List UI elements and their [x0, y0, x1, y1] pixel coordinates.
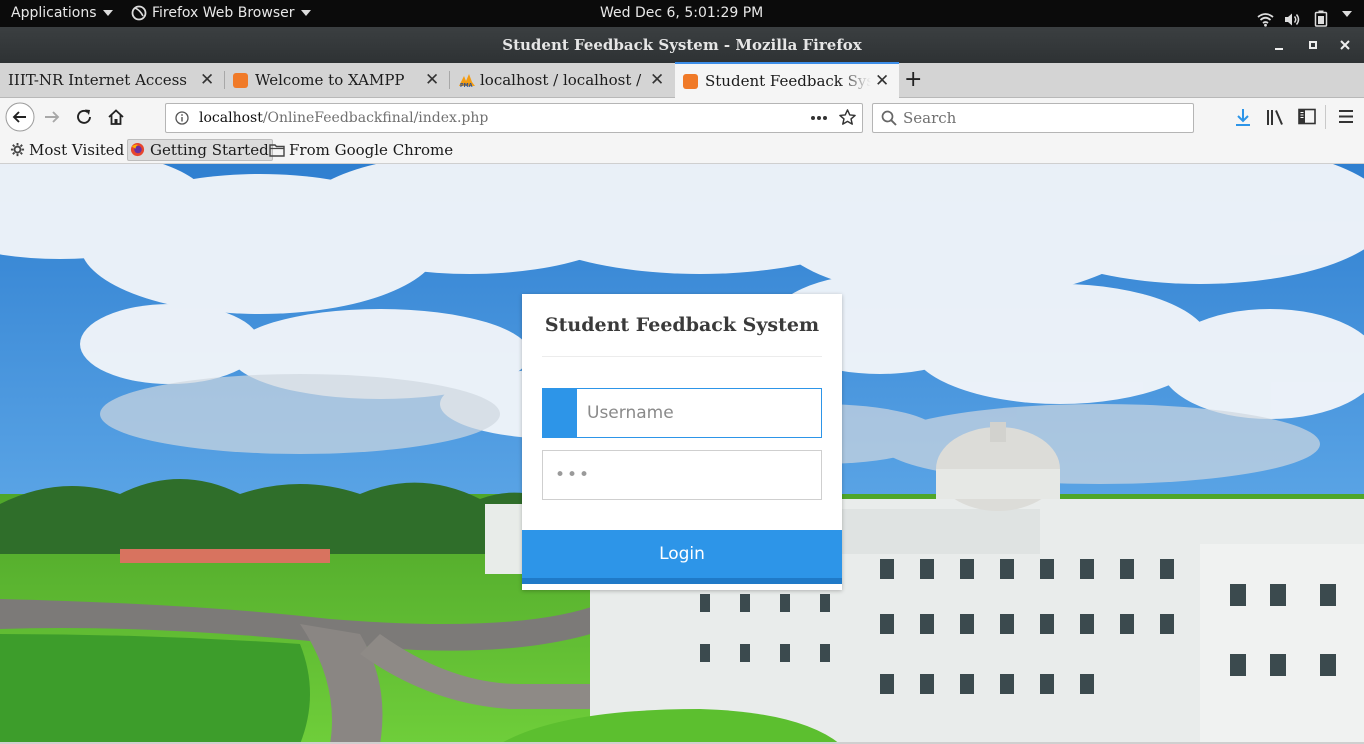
tab-label: Student Feedback System	[705, 72, 871, 90]
system-top-bar: Applications Firefox Web Browser Wed Dec…	[0, 0, 1364, 27]
bookmark-label: Most Visited	[29, 141, 125, 159]
new-tab-button[interactable]: +	[904, 63, 922, 97]
home-button[interactable]	[106, 107, 126, 127]
tab-iiit-nr-internet-access[interactable]: IIIT-NR Internet Access ✕	[0, 63, 225, 97]
active-app-label: Firefox Web Browser	[152, 5, 295, 21]
window-title: Student Feedback System - Mozilla Firefo…	[502, 36, 862, 54]
firefox-app-icon	[131, 5, 147, 21]
bookmark-getting-started[interactable]: Getting Started	[127, 139, 273, 161]
tab-label: IIIT-NR Internet Access	[8, 71, 188, 89]
bookmark-label: From Google Chrome	[289, 141, 454, 159]
chevron-down-icon	[102, 10, 113, 16]
login-title: Student Feedback System	[544, 314, 820, 336]
bookmark-star-icon[interactable]	[838, 108, 857, 127]
firefox-icon	[130, 142, 145, 157]
folder-icon	[269, 144, 285, 157]
clock[interactable]: Wed Dec 6, 5:01:29 PM	[600, 0, 763, 27]
hamburger-menu-icon[interactable]	[1338, 109, 1354, 124]
close-icon[interactable]	[1334, 34, 1356, 56]
forward-button[interactable]	[42, 107, 62, 127]
applications-label: Applications	[11, 5, 97, 21]
back-button[interactable]	[5, 102, 35, 132]
minimize-icon[interactable]	[1268, 34, 1290, 56]
tab-close-icon[interactable]: ✕	[425, 63, 439, 97]
xampp-icon	[233, 73, 248, 88]
window-title-bar: Student Feedback System - Mozilla Firefo…	[0, 27, 1364, 63]
login-card: Student Feedback System Login	[522, 294, 842, 590]
system-menu-chevron-icon[interactable]	[1342, 11, 1352, 17]
tab-strip: IIIT-NR Internet Access ✕ Welcome to XAM…	[0, 62, 1364, 100]
username-field[interactable]	[542, 388, 822, 438]
chevron-down-icon	[300, 10, 311, 16]
tab-student-feedback-system[interactable]: Student Feedback System ✕	[675, 62, 899, 100]
xampp-icon	[683, 74, 698, 89]
password-field[interactable]	[542, 450, 822, 500]
info-icon[interactable]	[175, 111, 189, 125]
url-path: /OnlineFeedbackfinal/index.php	[262, 110, 489, 126]
toolbar-separator	[1325, 105, 1326, 129]
url-bar[interactable]: localhost/OnlineFeedbackfinal/index.php	[165, 103, 863, 133]
bookmark-folder-from-google-chrome[interactable]: From Google Chrome	[269, 139, 453, 161]
bookmark-most-visited[interactable]: Most Visited	[10, 139, 124, 161]
page-actions-icon[interactable]	[810, 115, 828, 121]
tab-close-icon[interactable]: ✕	[650, 63, 664, 97]
search-bar[interactable]	[872, 103, 1194, 133]
page-content: Student Feedback System Login	[0, 164, 1364, 744]
tab-close-icon[interactable]: ✕	[875, 64, 889, 98]
download-icon[interactable]	[1234, 108, 1252, 127]
maximize-icon[interactable]	[1302, 34, 1324, 56]
password-input[interactable]	[555, 451, 815, 499]
login-divider	[542, 356, 822, 357]
bookmarks-toolbar: Most Visited Getting Started From Google…	[0, 138, 1364, 164]
svg-text:PMA: PMA	[460, 83, 473, 88]
navigation-bar: localhost/OnlineFeedbackfinal/index.php	[0, 98, 1364, 138]
tab-close-icon[interactable]: ✕	[200, 63, 214, 97]
tab-welcome-to-xampp[interactable]: Welcome to XAMPP ✕	[225, 63, 450, 97]
tab-label: Welcome to XAMPP	[255, 71, 405, 89]
library-icon[interactable]	[1266, 108, 1285, 126]
applications-menu[interactable]: Applications	[11, 0, 113, 27]
search-input[interactable]	[903, 104, 1183, 132]
active-app-menu[interactable]: Firefox Web Browser	[131, 0, 311, 27]
sidebar-icon[interactable]	[1298, 108, 1316, 125]
gear-icon	[10, 142, 25, 157]
username-field-accent	[543, 389, 577, 437]
phpmyadmin-icon: PMA	[459, 74, 475, 88]
tab-phpmyadmin[interactable]: PMA localhost / localhost / sfs ✕	[450, 63, 675, 97]
username-input[interactable]	[587, 389, 813, 437]
bookmark-label: Getting Started	[150, 141, 269, 159]
url-text[interactable]: localhost/OnlineFeedbackfinal/index.php	[199, 104, 488, 132]
url-host: localhost	[199, 110, 263, 126]
reload-button[interactable]	[74, 107, 94, 127]
search-icon	[881, 110, 897, 126]
login-button[interactable]: Login	[522, 530, 842, 584]
tab-label: localhost / localhost / sfs	[480, 71, 644, 89]
